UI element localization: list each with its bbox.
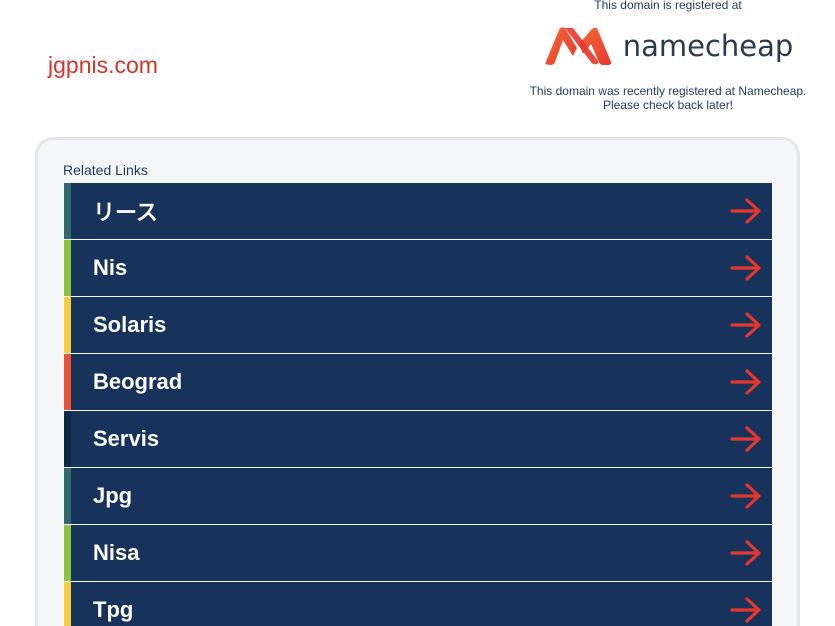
namecheap-logo-icon <box>544 27 611 65</box>
registrar-info: This domain is registered at namecheap T… <box>520 0 816 112</box>
related-link-label: Nis <box>93 255 128 280</box>
link-accent-bar <box>64 525 71 581</box>
related-link-item[interactable]: Beograd <box>64 354 772 410</box>
related-links-title: Related Links <box>63 162 148 178</box>
link-accent-bar <box>64 468 71 524</box>
related-link-item[interactable]: リース <box>64 183 772 239</box>
arrow-right-icon <box>730 597 762 626</box>
related-link-item[interactable]: Solaris <box>64 297 772 353</box>
page: jgpnis.com This domain is registered at … <box>0 0 835 626</box>
related-link-item[interactable]: Jpg <box>64 468 772 524</box>
related-link-label: リース <box>93 200 158 225</box>
related-link-item[interactable]: Nis <box>64 240 772 296</box>
arrow-right-icon <box>730 312 762 343</box>
arrow-right-icon <box>730 540 762 571</box>
registration-message-line2: Please check back later! <box>602 98 734 112</box>
related-link-item[interactable]: Servis <box>64 411 772 467</box>
related-link-label: Nisa <box>93 540 140 565</box>
related-link-label: Servis <box>93 426 160 451</box>
related-link-label: Solaris <box>93 312 167 337</box>
related-link-label: Tpg <box>93 597 134 622</box>
registered-at-text: This domain is registered at <box>594 0 742 12</box>
registration-message-line1: This domain was recently registered at N… <box>529 84 807 98</box>
link-accent-bar <box>64 183 71 239</box>
link-accent-bar <box>64 354 71 410</box>
link-accent-bar <box>64 297 71 353</box>
related-link-label: Beograd <box>93 369 183 394</box>
link-accent-bar <box>64 582 71 626</box>
related-link-label: Jpg <box>93 483 133 508</box>
namecheap-logo[interactable]: namecheap <box>520 24 816 68</box>
registration-message: This domain was recently registered at N… <box>520 84 816 112</box>
related-links-list: リース Nis Solaris Beograd Servis Jpg Nisa Tpg <box>64 183 772 626</box>
link-accent-bar <box>64 411 71 467</box>
arrow-right-icon <box>730 255 762 286</box>
link-accent-bar <box>64 240 71 296</box>
namecheap-wordmark: namecheap <box>622 29 794 63</box>
related-links-panel: Related Links リース Nis Solaris Beograd Servis… <box>35 137 800 626</box>
related-link-item[interactable]: Nisa <box>64 525 772 581</box>
arrow-right-icon <box>730 198 762 229</box>
related-link-item[interactable]: Tpg <box>64 582 772 626</box>
domain-name-link[interactable]: jgpnis.com <box>48 52 158 79</box>
arrow-right-icon <box>730 426 762 457</box>
arrow-right-icon <box>730 369 762 400</box>
arrow-right-icon <box>730 483 762 514</box>
